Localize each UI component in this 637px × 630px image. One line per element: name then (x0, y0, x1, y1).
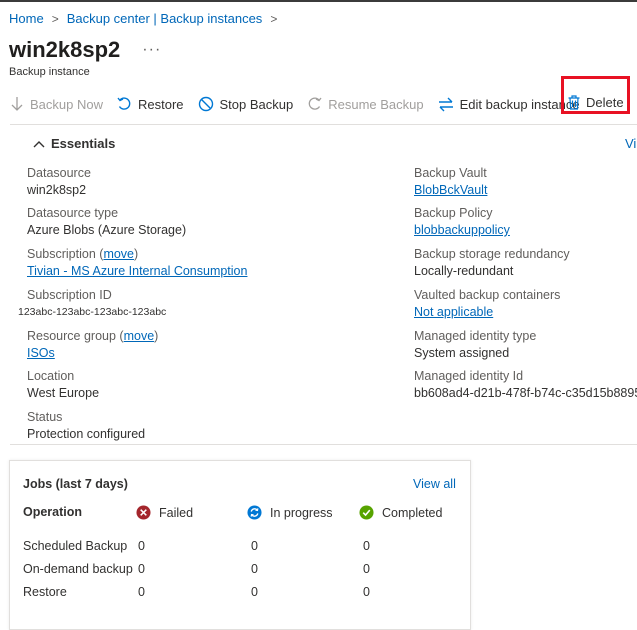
resource-group-link[interactable]: ISOs (27, 345, 158, 362)
job-row-completed[interactable]: 0 (363, 539, 370, 553)
resume-backup-button[interactable]: Resume Backup (307, 96, 424, 112)
field-resource-group: Resource group (move) ISOs (27, 329, 159, 362)
job-row-operation: On-demand backup (23, 562, 133, 576)
job-row-in-progress[interactable]: 0 (251, 562, 258, 576)
field-backup-policy: Backup Policy blobbackuppolicy (414, 206, 510, 239)
edit-backup-instance-button[interactable]: Edit backup instance (438, 97, 580, 112)
essentials-toggle[interactable]: Essentials (33, 136, 115, 151)
jobs-card: Jobs (last 7 days) View all Operation Fa… (9, 460, 471, 630)
job-row-completed[interactable]: 0 (363, 585, 370, 599)
field-backup-vault: Backup Vault BlobBckVault (414, 166, 488, 199)
view-json-link[interactable]: Vi (625, 136, 636, 151)
toolbar-divider (10, 124, 637, 125)
job-row-operation: Scheduled Backup (23, 539, 128, 553)
field-managed-identity-id: Managed identity Id bb608ad4-d21b-478f-b… (414, 369, 637, 400)
essentials-divider (10, 444, 637, 445)
breadcrumb-backup-instances[interactable]: Backup center | Backup instances (67, 11, 263, 26)
restore-label: Restore (137, 96, 184, 112)
page-title-row: win2k8sp2 ··· (9, 37, 161, 63)
job-row-failed[interactable]: 0 (138, 585, 145, 599)
job-row-operation: Restore (23, 585, 67, 599)
breadcrumb: Home > Backup center | Backup instances … (9, 11, 285, 26)
delete-button[interactable]: Delete (568, 95, 624, 110)
field-datasource-type: Datasource type Azure Blobs (Azure Stora… (27, 206, 187, 237)
field-storage-redundancy: Backup storage redundancy Locally-redund… (414, 247, 570, 278)
chevron-right-icon: > (51, 11, 59, 26)
more-options-icon[interactable]: ··· (142, 41, 161, 59)
col-in-progress: In progress (247, 505, 333, 520)
trash-icon (568, 95, 580, 110)
job-row-failed[interactable]: 0 (138, 562, 145, 576)
job-row-in-progress[interactable]: 0 (251, 585, 258, 599)
resume-backup-label: Resume Backup (328, 96, 424, 112)
breadcrumb-home[interactable]: Home (9, 11, 44, 26)
failed-icon (136, 505, 151, 520)
edit-arrows-icon (438, 97, 453, 111)
completed-icon (359, 505, 374, 520)
chevron-up-icon (33, 140, 45, 147)
col-failed: Failed (136, 505, 193, 520)
job-row-failed[interactable]: 0 (138, 539, 145, 553)
delete-label: Delete (586, 95, 624, 110)
job-row-in-progress[interactable]: 0 (251, 539, 258, 553)
stop-backup-label: Stop Backup (219, 96, 294, 112)
col-operation: Operation (23, 505, 83, 519)
field-datasource: Datasource win2k8sp2 (27, 166, 91, 197)
stop-backup-button[interactable]: Stop Backup (198, 96, 294, 112)
field-location: Location West Europe (27, 369, 100, 400)
restore-button[interactable]: Restore (117, 97, 184, 112)
restore-icon (117, 96, 131, 110)
in-progress-icon (247, 505, 262, 520)
arrow-down-icon (11, 97, 23, 111)
essentials-title: Essentials (51, 136, 116, 151)
field-managed-identity-type: Managed identity type System assigned (414, 329, 537, 360)
jobs-title: Jobs (last 7 days) (23, 477, 128, 491)
backup-now-button[interactable]: Backup Now (10, 96, 103, 112)
field-subscription-id: Subscription ID 123abc-123abc-123abc-123… (18, 288, 167, 318)
chevron-right-icon: > (270, 11, 278, 26)
field-vaulted-containers: Vaulted backup containers Not applicable (414, 288, 561, 321)
top-border (0, 0, 637, 2)
job-row-completed[interactable]: 0 (363, 562, 370, 576)
field-subscription: Subscription (move) Tivian - MS Azure In… (27, 247, 248, 280)
not-applicable-link[interactable]: Not applicable (414, 304, 560, 321)
backup-policy-link[interactable]: blobbackuppolicy (414, 222, 510, 239)
field-status: Status Protection configured (27, 410, 146, 441)
subscription-link[interactable]: Tivian - MS Azure Internal Consumption (27, 263, 247, 280)
move-subscription-link[interactable]: move (103, 247, 134, 261)
move-resource-group-link[interactable]: move (124, 329, 155, 343)
command-bar: Backup Now Restore Stop Backup Resume Ba… (10, 92, 594, 116)
backup-vault-link[interactable]: BlobBckVault (414, 182, 487, 199)
jobs-view-all-link[interactable]: View all (413, 477, 456, 491)
resume-icon (308, 96, 322, 110)
page-title: win2k8sp2 (9, 37, 121, 62)
backup-now-label: Backup Now (30, 96, 103, 112)
col-completed: Completed (359, 505, 442, 520)
page-subtitle: Backup instance (9, 66, 90, 78)
stop-icon (198, 96, 213, 112)
